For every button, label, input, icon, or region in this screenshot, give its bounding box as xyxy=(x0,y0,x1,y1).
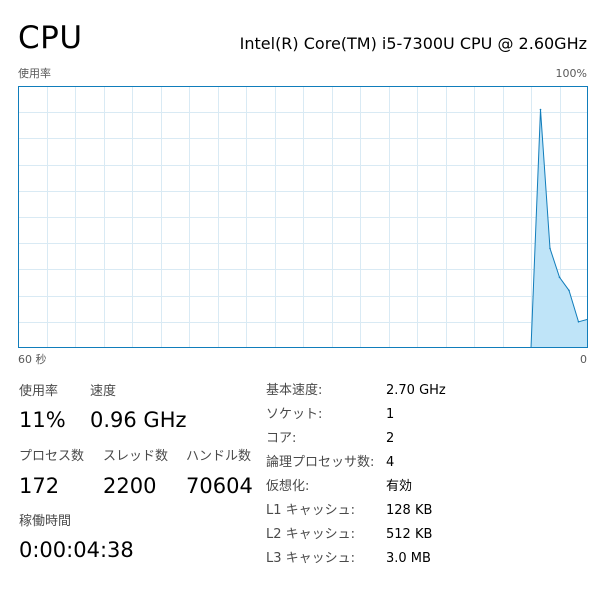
usage-data-point xyxy=(577,321,580,323)
utilization-value: 11% xyxy=(19,408,66,432)
speed-value: 0.96 GHz xyxy=(90,408,187,432)
processes-label: プロセス数 xyxy=(19,449,85,464)
spec-key-cores: コア: xyxy=(266,431,297,446)
threads-label: スレッド数 xyxy=(103,449,169,464)
threads-value: 2200 xyxy=(103,474,157,498)
usage-data-point xyxy=(539,108,542,111)
spec-value-sockets: 1 xyxy=(386,407,395,422)
utilization-label: 使用率 xyxy=(19,384,59,399)
spec-key-logical-processors: 論理プロセッサ数: xyxy=(266,455,375,470)
spec-key-virtualization: 仮想化: xyxy=(266,479,310,494)
cpu-usage-chart-svg xyxy=(18,86,588,348)
page-title: CPU xyxy=(18,20,83,56)
spec-value-l1-cache: 128 KB xyxy=(386,503,433,518)
handles-value: 70604 xyxy=(186,474,253,498)
usage-data-point xyxy=(549,247,551,250)
usage-data-point xyxy=(568,289,570,292)
spec-value-l2-cache: 512 KB xyxy=(386,527,433,542)
graph-y-max-label: 100% xyxy=(555,67,587,80)
graph-x-left-label: 60 秒 xyxy=(18,353,47,366)
graph-grid xyxy=(18,86,588,348)
usage-data-point xyxy=(558,276,561,279)
processes-value: 172 xyxy=(19,474,60,498)
spec-key-l2-cache: L2 キャッシュ: xyxy=(266,527,356,542)
spec-key-l3-cache: L3 キャッシュ: xyxy=(266,551,356,566)
uptime-label: 稼働時間 xyxy=(19,514,72,529)
spec-key-l1-cache: L1 キャッシュ: xyxy=(266,503,356,518)
spec-value-logical-processors: 4 xyxy=(386,455,395,470)
cpu-usage-graph[interactable] xyxy=(18,86,588,348)
graph-y-label: 使用率 xyxy=(18,67,51,80)
spec-key-base-speed: 基本速度: xyxy=(266,383,323,398)
uptime-value: 0:00:04:38 xyxy=(19,538,134,562)
spec-value-cores: 2 xyxy=(386,431,395,446)
spec-value-virtualization: 有効 xyxy=(386,479,413,494)
spec-key-sockets: ソケット: xyxy=(266,407,323,422)
speed-label: 速度 xyxy=(90,384,117,399)
cpu-model-name: Intel(R) Core(TM) i5-7300U CPU @ 2.60GHz xyxy=(239,34,587,53)
handles-label: ハンドル数 xyxy=(186,449,252,464)
spec-value-base-speed: 2.70 GHz xyxy=(386,383,446,398)
spec-value-l3-cache: 3.0 MB xyxy=(386,551,431,566)
graph-x-right-label: 0 xyxy=(580,353,587,366)
